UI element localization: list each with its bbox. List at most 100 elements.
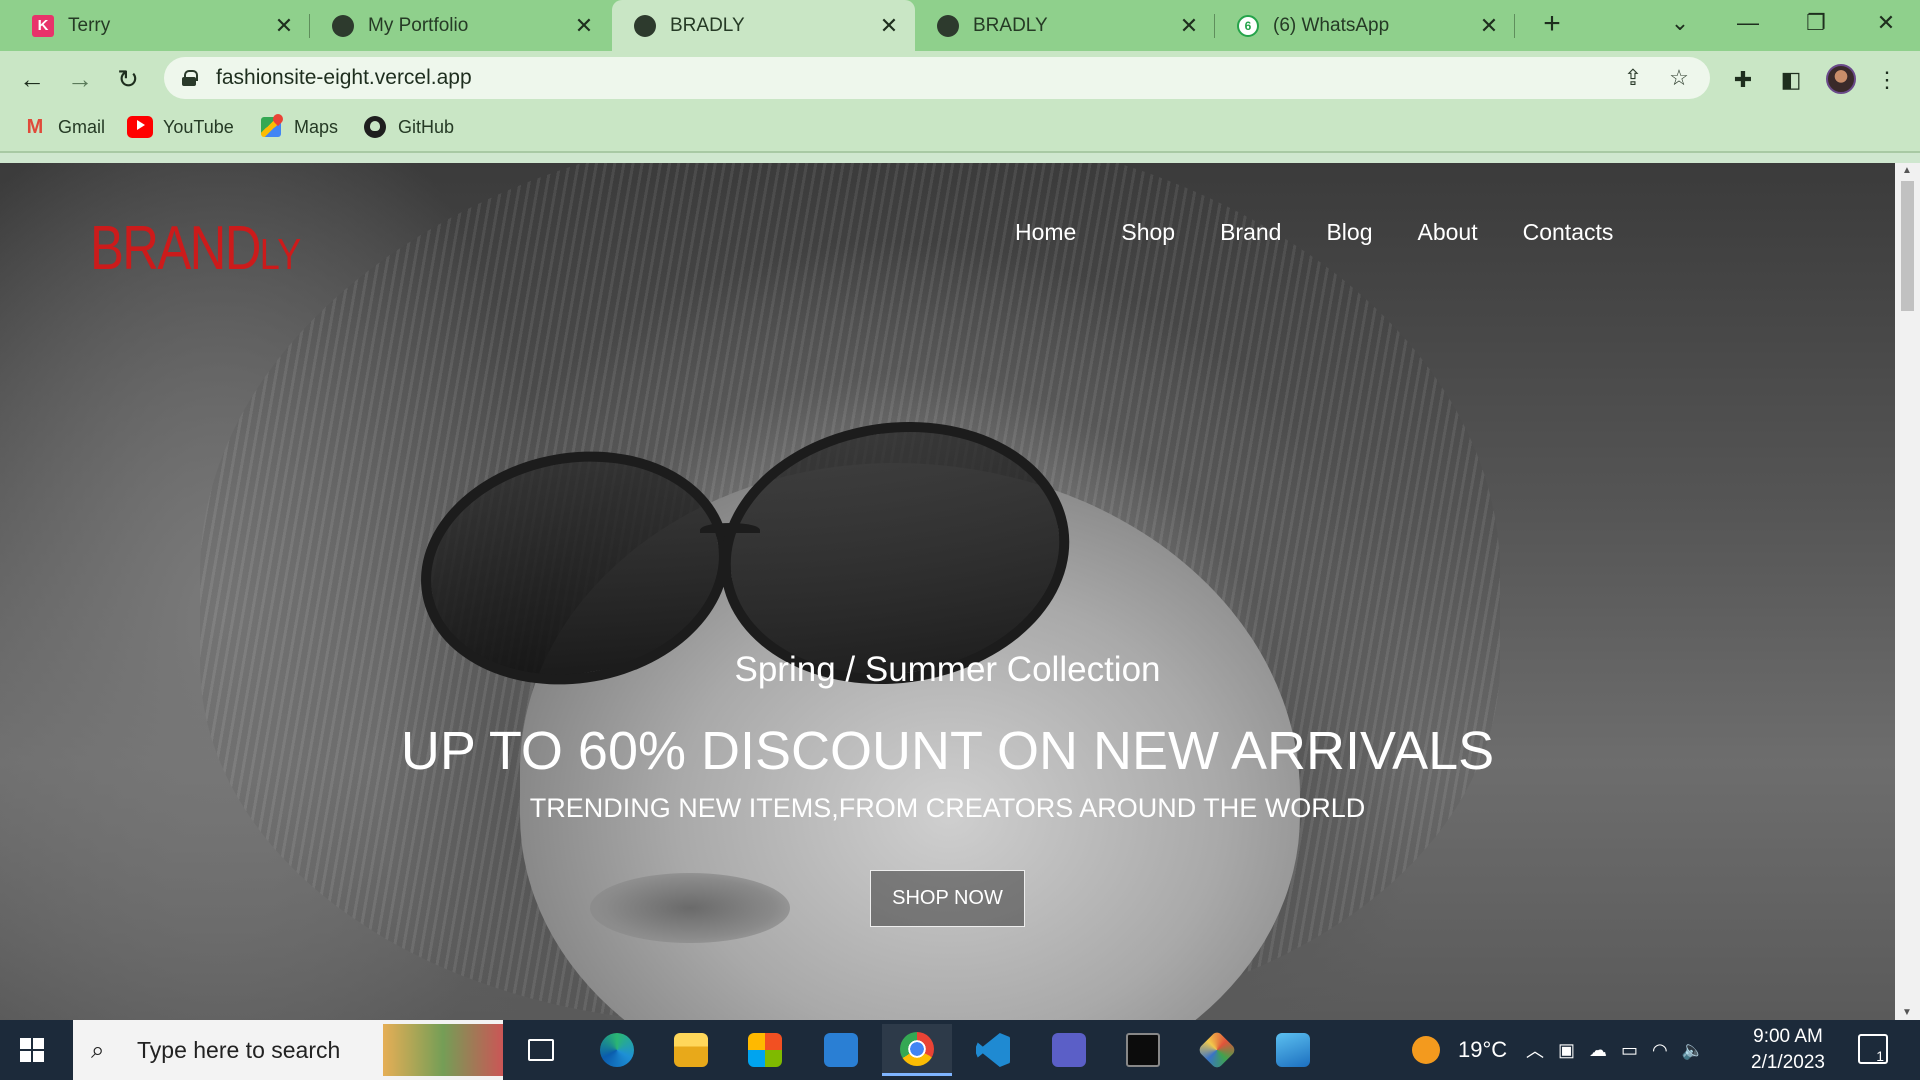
wifi-icon[interactable]: ◠ bbox=[1652, 1040, 1668, 1061]
tab-whatsapp[interactable]: 6 (6) WhatsApp ✕ bbox=[1215, 0, 1515, 51]
tab-bradly[interactable]: BRADLY ✕ bbox=[915, 0, 1215, 51]
tab-title: Terry bbox=[68, 14, 111, 36]
site-nav: Home Shop Brand Blog About Contacts bbox=[1015, 219, 1658, 246]
github-icon bbox=[364, 116, 386, 138]
windows-start-icon[interactable] bbox=[20, 1038, 44, 1062]
task-view-icon[interactable] bbox=[506, 1024, 576, 1076]
bookmark-label: Maps bbox=[294, 116, 339, 137]
system-tray: ︿ ▣ ☁ ▭ ◠ 🔈 bbox=[1526, 1020, 1704, 1080]
logo-suffix: LY bbox=[259, 230, 302, 279]
hero-subtitle: Spring / Summer Collection bbox=[734, 650, 1161, 689]
hero-lips bbox=[590, 873, 790, 943]
logo-main: BRAND bbox=[90, 214, 261, 283]
back-icon[interactable]: ← bbox=[16, 63, 48, 95]
store-icon[interactable] bbox=[730, 1024, 800, 1076]
extensions-icon[interactable]: ✚ bbox=[1728, 65, 1758, 95]
avatar[interactable] bbox=[1826, 64, 1856, 94]
hero-title: UP TO 60% DISCOUNT ON NEW ARRIVALS bbox=[400, 721, 1495, 781]
close-icon[interactable]: ✕ bbox=[572, 13, 596, 39]
scrollbar-thumb[interactable] bbox=[1901, 181, 1914, 311]
share-icon[interactable]: ⇪ bbox=[1618, 65, 1648, 91]
file-explorer-icon[interactable] bbox=[656, 1024, 726, 1076]
gmail-icon: M bbox=[26, 115, 44, 138]
meet-now-icon[interactable]: ▣ bbox=[1558, 1040, 1575, 1061]
nav-about[interactable]: About bbox=[1418, 219, 1478, 246]
tab-title: My Portfolio bbox=[368, 14, 469, 36]
chrome-icon[interactable] bbox=[882, 1024, 952, 1076]
weather-temp: 19°C bbox=[1458, 1037, 1508, 1062]
lock-icon[interactable] bbox=[182, 70, 198, 86]
search-highlight-image bbox=[383, 1024, 503, 1076]
bookmarks-bar: M Gmail YouTube Maps GitHub bbox=[0, 107, 1920, 153]
photos-icon[interactable] bbox=[1258, 1024, 1328, 1076]
taskbar-clock[interactable]: 9:00 AM 2/1/2023 bbox=[1738, 1024, 1838, 1076]
minimize-icon[interactable]: — bbox=[1732, 10, 1764, 36]
nav-blog[interactable]: Blog bbox=[1326, 219, 1372, 246]
bookmark-label: YouTube bbox=[163, 116, 234, 137]
close-icon[interactable]: ✕ bbox=[272, 13, 296, 39]
vscode-icon[interactable] bbox=[958, 1024, 1028, 1076]
globe-icon bbox=[937, 14, 959, 37]
browser-toolbar: ← → ↻ fashionsite-eight.vercel.app ⇪ ☆ ✚… bbox=[0, 51, 1920, 107]
weather-widget[interactable]: 19°C bbox=[1412, 1020, 1507, 1080]
teams-icon[interactable] bbox=[1034, 1024, 1104, 1076]
address-bar[interactable]: fashionsite-eight.vercel.app ⇪ ☆ bbox=[164, 57, 1710, 99]
tab-title: BRADLY bbox=[973, 14, 1048, 36]
forward-icon[interactable]: → bbox=[64, 63, 96, 95]
url-text[interactable]: fashionsite-eight.vercel.app bbox=[216, 66, 1618, 90]
close-icon[interactable]: ✕ bbox=[877, 13, 901, 39]
scroll-up-icon[interactable]: ▲ bbox=[1902, 165, 1912, 176]
tab-title: BRADLY bbox=[670, 14, 745, 36]
restore-icon[interactable]: ❐ bbox=[1800, 10, 1832, 36]
search-placeholder: Type here to search bbox=[137, 1036, 341, 1063]
star-icon[interactable]: ☆ bbox=[1664, 65, 1694, 91]
search-icon: ⌕ bbox=[91, 1037, 105, 1064]
nav-brand[interactable]: Brand bbox=[1220, 219, 1281, 246]
nav-contacts[interactable]: Contacts bbox=[1523, 219, 1614, 246]
edge-icon[interactable] bbox=[582, 1024, 652, 1076]
shop-now-button[interactable]: SHOP NOW bbox=[870, 870, 1025, 927]
chevron-up-icon[interactable]: ︿ bbox=[1526, 1037, 1544, 1063]
clock-date: 2/1/2023 bbox=[1751, 1052, 1825, 1073]
globe-icon bbox=[332, 14, 354, 37]
close-icon[interactable]: ✕ bbox=[1177, 13, 1201, 39]
youtube-icon bbox=[127, 116, 153, 138]
globe-icon bbox=[634, 14, 656, 37]
notification-count: 1 bbox=[1876, 1048, 1884, 1064]
terminal-icon[interactable] bbox=[1108, 1024, 1178, 1076]
menu-icon[interactable]: ⋮ bbox=[1872, 65, 1902, 95]
plus-icon[interactable]: + bbox=[1536, 9, 1568, 41]
tab-terry[interactable]: K Terry ✕ bbox=[10, 0, 310, 51]
nav-home[interactable]: Home bbox=[1015, 219, 1076, 246]
close-window-icon[interactable]: ✕ bbox=[1870, 10, 1902, 36]
git-icon[interactable] bbox=[1182, 1024, 1252, 1076]
tab-bradly-active[interactable]: BRADLY ✕ bbox=[612, 0, 915, 51]
taskbar-search[interactable]: ⌕ Type here to search bbox=[73, 1020, 503, 1080]
tab-strip: K Terry ✕ My Portfolio ✕ BRADLY ✕ BRADLY… bbox=[0, 0, 1920, 51]
bookmark-youtube[interactable]: YouTube bbox=[127, 116, 234, 138]
tab-search-chevron-icon[interactable]: ⌄ bbox=[1664, 10, 1696, 36]
scroll-down-icon[interactable]: ▼ bbox=[1902, 1007, 1912, 1018]
side-panel-icon[interactable]: ◧ bbox=[1776, 65, 1806, 95]
tab-title: (6) WhatsApp bbox=[1273, 14, 1390, 36]
volume-icon[interactable]: 🔈 bbox=[1682, 1040, 1704, 1061]
page-scrollbar[interactable]: ▲ ▼ bbox=[1895, 163, 1920, 1020]
k-icon: K bbox=[32, 14, 54, 37]
site-logo[interactable]: BRANDLY bbox=[90, 213, 301, 284]
bookmark-label: GitHub bbox=[398, 116, 455, 137]
mail-icon[interactable] bbox=[806, 1024, 876, 1076]
bookmark-github[interactable]: GitHub bbox=[362, 116, 454, 138]
tab-my-portfolio[interactable]: My Portfolio ✕ bbox=[310, 0, 610, 51]
bookmark-maps[interactable]: Maps bbox=[258, 116, 338, 138]
notification-icon[interactable]: 1 bbox=[1858, 1034, 1888, 1064]
page-viewport: BRANDLY Home Shop Brand Blog About Conta… bbox=[0, 163, 1895, 1020]
whatsapp-icon: 6 bbox=[1237, 14, 1259, 37]
reload-icon[interactable]: ↻ bbox=[112, 63, 144, 95]
nav-shop[interactable]: Shop bbox=[1121, 219, 1175, 246]
battery-icon[interactable]: ▭ bbox=[1621, 1040, 1638, 1061]
sunglasses-bridge bbox=[700, 523, 760, 537]
bookmark-gmail[interactable]: M Gmail bbox=[22, 116, 105, 138]
close-icon[interactable]: ✕ bbox=[1477, 13, 1501, 39]
taskbar: ⌕ Type here to search 19°C ︿ ▣ ☁ ▭ ◠ 🔈 9… bbox=[0, 1020, 1920, 1080]
onedrive-icon[interactable]: ☁ bbox=[1589, 1040, 1607, 1061]
